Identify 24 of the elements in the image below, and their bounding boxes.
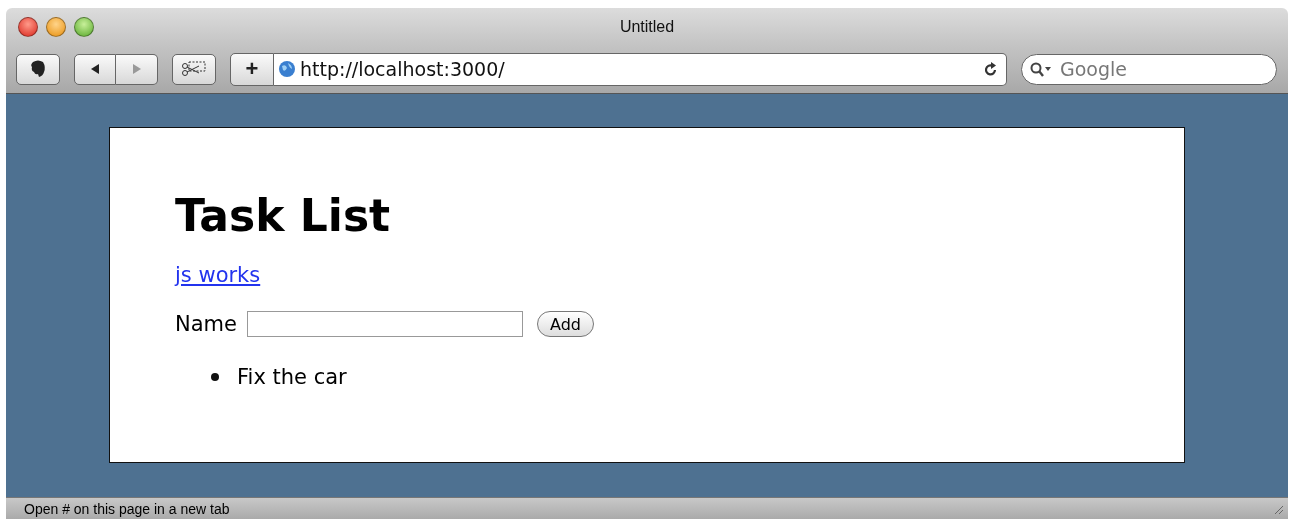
scissors-icon — [181, 60, 207, 78]
page-heading: Task List — [175, 190, 392, 241]
scissors-button[interactable] — [172, 53, 216, 85]
js-works-link[interactable]: js works — [175, 263, 261, 287]
elephant-button[interactable] — [16, 53, 60, 85]
name-input-field[interactable] — [246, 311, 523, 337]
minimize-button[interactable] — [46, 16, 66, 37]
bullet-icon — [211, 373, 219, 381]
forward-arrow-icon — [130, 63, 143, 75]
forward-button[interactable] — [116, 53, 158, 85]
status-text: Open # on this page in a new tab — [24, 500, 230, 517]
back-arrow-icon — [89, 63, 101, 75]
close-button[interactable] — [18, 16, 38, 37]
window-title: Untitled — [619, 17, 675, 36]
globe-icon — [278, 60, 296, 78]
search-field[interactable]: Google — [1021, 53, 1277, 85]
zoom-button[interactable] — [74, 16, 94, 37]
add-button[interactable]: Add — [536, 311, 594, 337]
address-field[interactable]: http://localhost:3000/ — [274, 52, 1007, 86]
name-label: Name — [175, 312, 237, 336]
task-item: Fix the car — [237, 365, 347, 389]
reload-icon[interactable] — [984, 61, 998, 77]
back-button[interactable] — [74, 53, 116, 85]
add-bookmark-button[interactable]: + — [230, 52, 274, 86]
